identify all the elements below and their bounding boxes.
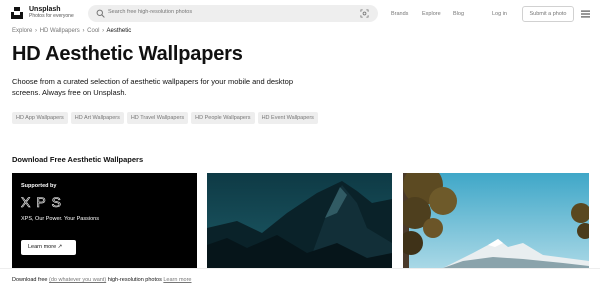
ad-supported-by: Supported by [21, 183, 57, 189]
breadcrumb-hd-wallpapers[interactable]: HD Wallpapers [40, 28, 80, 34]
photo-tile[interactable] [207, 173, 392, 268]
svg-text:XPS: XPS [21, 195, 67, 209]
snowy-mountain-photo [403, 173, 589, 268]
unsplash-logo-icon[interactable] [10, 6, 24, 20]
xps-logo-icon: XPS [21, 195, 67, 209]
license-link[interactable]: (do whatever you want) [49, 277, 106, 283]
tag-hd-travel-wallpapers[interactable]: HD Travel Wallpapers [126, 112, 189, 124]
ad-tagline: XPS, Our Power. Your Passions [21, 216, 99, 222]
login-button[interactable]: Log in [492, 11, 507, 17]
nav-brands-link[interactable]: Brands [391, 11, 408, 17]
breadcrumb-cool[interactable]: Cool [87, 28, 99, 34]
ad-learn-more-button[interactable]: Learn more ↗ [21, 240, 76, 255]
nav-blog-link[interactable]: Blog [453, 11, 464, 17]
mountain-night-photo [207, 173, 392, 268]
footer-bar: Download free (do whatever you want) hig… [0, 268, 600, 292]
brand[interactable]: Unsplash Photos for everyone [29, 6, 74, 19]
breadcrumb: Explore › HD Wallpapers › Cool › Aesthet… [12, 28, 131, 34]
breadcrumb-separator: › [102, 28, 105, 34]
related-tags: HD App Wallpapers HD Art Wallpapers HD T… [12, 112, 318, 124]
top-nav-bar: Unsplash Photos for everyone Search free… [0, 0, 600, 28]
search-bar[interactable]: Search free high-resolution photos [88, 5, 378, 22]
footer-text: Download free (do whatever you want) hig… [12, 277, 192, 283]
section-title: Download Free Aesthetic Wallpapers [12, 155, 144, 164]
brand-name: Unsplash [29, 6, 61, 13]
breadcrumb-explore[interactable]: Explore [12, 28, 32, 34]
submit-photo-button[interactable]: Submit a photo [522, 6, 574, 22]
sponsored-ad-card[interactable]: Supported by XPS XPS, Our Power. Your Pa… [12, 173, 197, 268]
brand-tagline: Photos for everyone [29, 13, 74, 19]
footer-suffix: high-resolution photos [107, 277, 162, 283]
tag-hd-people-wallpapers[interactable]: HD People Wallpapers [191, 112, 255, 124]
search-icon[interactable] [96, 9, 105, 18]
breadcrumb-current: Aesthetic [106, 28, 132, 34]
footer-learn-more-link[interactable]: Learn more [163, 277, 191, 283]
hamburger-menu-icon[interactable] [581, 10, 590, 18]
breadcrumb-separator: › [35, 28, 38, 34]
photo-tile[interactable] [403, 173, 589, 268]
page-description: Choose from a curated selection of aesth… [12, 77, 293, 97]
search-input[interactable]: Search free high-resolution photos [108, 9, 192, 15]
tag-hd-app-wallpapers[interactable]: HD App Wallpapers [12, 112, 68, 124]
nav-explore-link[interactable]: Explore [422, 11, 441, 17]
footer-prefix: Download free [12, 277, 48, 283]
tag-hd-art-wallpapers[interactable]: HD Art Wallpapers [70, 112, 124, 124]
breadcrumb-separator: › [82, 28, 85, 34]
visual-search-icon[interactable] [360, 9, 369, 18]
page-title: HD Aesthetic Wallpapers [12, 43, 243, 65]
tag-hd-event-wallpapers[interactable]: HD Event Wallpapers [257, 112, 318, 124]
